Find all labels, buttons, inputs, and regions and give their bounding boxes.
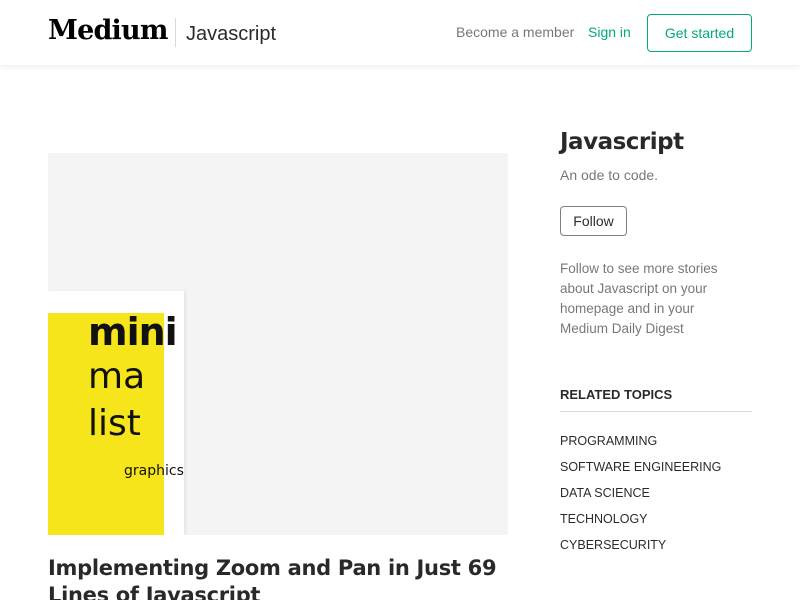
- related-topics-list: PROGRAMMING SOFTWARE ENGINEERING DATA SC…: [560, 433, 721, 563]
- related-topics-heading: RELATED TOPICS: [560, 387, 752, 412]
- medium-logo[interactable]: Medium: [48, 15, 168, 46]
- publication-title[interactable]: Javascript: [186, 23, 276, 46]
- topic-link-data-science[interactable]: DATA SCIENCE: [560, 485, 721, 511]
- book-text-ma: ma: [88, 356, 146, 397]
- topic-link-cybersecurity[interactable]: CYBERSECURITY: [560, 537, 721, 563]
- topic-link-technology[interactable]: TECHNOLOGY: [560, 511, 721, 537]
- article-hero-image[interactable]: mini ma list graphics: [48, 153, 508, 535]
- follow-hint: Follow to see more stories about Javascr…: [560, 261, 718, 336]
- book-text-graphics: graphics: [124, 463, 184, 479]
- top-header: Medium Javascript Become a member Sign i…: [0, 0, 800, 65]
- header-divider: [175, 18, 176, 47]
- sign-in-link[interactable]: Sign in: [588, 24, 631, 40]
- topic-link-software-engineering[interactable]: SOFTWARE ENGINEERING: [560, 459, 721, 485]
- sidebar-title: Javascript: [560, 129, 684, 155]
- become-member-link[interactable]: Become a member: [456, 24, 574, 40]
- article-title[interactable]: Implementing Zoom and Pan in Just 69 Lin…: [48, 555, 518, 600]
- get-started-button[interactable]: Get started: [647, 14, 752, 52]
- book-text-mini: mini: [88, 310, 178, 354]
- topic-link-programming[interactable]: PROGRAMMING: [560, 433, 721, 459]
- follow-button[interactable]: Follow: [560, 206, 627, 236]
- sidebar-description: An ode to code.: [560, 167, 659, 183]
- book-text-list: list: [88, 403, 141, 444]
